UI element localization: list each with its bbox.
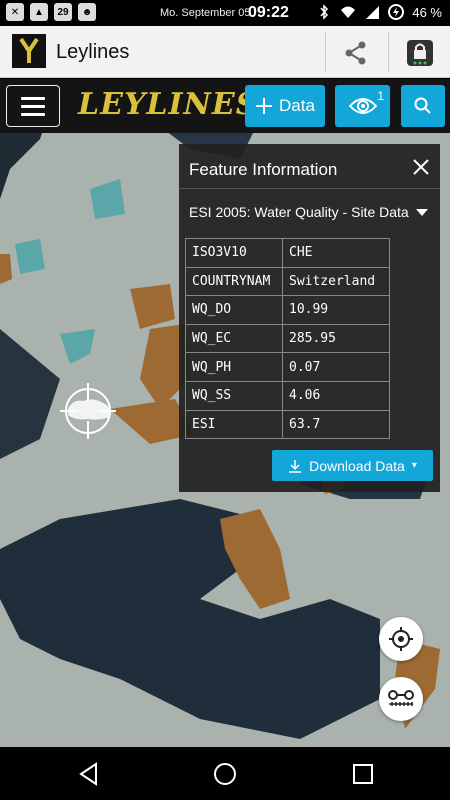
map-toolbar: LEYLINES.CH Data 1 xyxy=(0,79,450,133)
recents-icon[interactable] xyxy=(350,761,376,787)
table-row: WQ_PH 0.07 xyxy=(185,352,390,382)
table-row: WQ_EC 285.95 xyxy=(185,323,390,354)
lock-button[interactable] xyxy=(400,36,440,70)
table-row: COUNTRYNAM Switzerland xyxy=(185,266,390,297)
crosshair-icon xyxy=(389,627,413,651)
my-location-button[interactable] xyxy=(379,617,423,661)
wifi-icon xyxy=(341,6,356,18)
attribute-value: 10.99 xyxy=(282,295,390,325)
ruler-icon xyxy=(388,690,414,706)
status-time: 09:22 xyxy=(248,4,289,21)
table-row: WQ_DO 10.99 xyxy=(185,295,390,325)
eye-icon xyxy=(348,98,377,114)
attribute-key: WQ_EC xyxy=(185,323,283,354)
divider xyxy=(388,32,389,72)
status-indicators: 46 % xyxy=(316,4,442,20)
calendar-icon: 29 xyxy=(54,3,72,21)
close-icon[interactable] xyxy=(410,156,432,178)
attribute-key: COUNTRYNAM xyxy=(185,266,283,297)
battery-charging-icon xyxy=(388,4,405,20)
attribute-value: 285.95 xyxy=(282,323,390,354)
status-bar: ✕ ▲ 29 ☻ Mo. September 05 09:22 46 % xyxy=(0,0,450,26)
lock-icon xyxy=(407,40,433,66)
caret-down-icon: ▾ xyxy=(411,460,417,471)
attribute-key: ESI xyxy=(185,409,283,440)
menu-button[interactable] xyxy=(6,85,60,127)
country-highlight xyxy=(0,254,12,284)
app-logo xyxy=(12,34,46,68)
share-button[interactable] xyxy=(336,36,376,70)
app-bar: Leylines xyxy=(0,26,450,78)
table-row: ESI 63.7 xyxy=(185,409,390,440)
water-quality-area xyxy=(15,239,45,274)
visible-layers-button[interactable]: 1 xyxy=(335,85,390,127)
attribute-key: ISO3V10 xyxy=(185,238,283,268)
home-icon[interactable] xyxy=(212,761,238,787)
plus-icon xyxy=(256,98,273,114)
chevron-down-icon[interactable] xyxy=(416,209,428,216)
notification-icons: ✕ ▲ 29 ☻ xyxy=(6,3,96,21)
attribute-table: ISO3V10 CHE COUNTRYNAM Switzerland WQ_DO 10… xyxy=(185,238,390,440)
attribute-value: 63.7 xyxy=(282,409,390,440)
search-icon xyxy=(414,97,431,114)
table-row: ISO3V10 CHE xyxy=(185,238,390,268)
measure-button[interactable] xyxy=(379,677,423,721)
bluetooth-icon xyxy=(320,4,329,20)
search-button[interactable] xyxy=(401,85,445,127)
attribute-value: CHE xyxy=(282,238,390,268)
data-button-label: Data xyxy=(279,96,315,115)
back-icon[interactable] xyxy=(76,761,102,787)
divider xyxy=(325,32,326,72)
calendar-day: 29 xyxy=(57,6,69,18)
status-date: Mo. September 05 xyxy=(160,7,251,19)
app-title: Leylines xyxy=(56,41,130,63)
feature-info-panel: Feature Information ESI 2005: Water Qual… xyxy=(179,144,440,492)
image-icon: ▲ xyxy=(30,3,48,21)
download-label: Download Data xyxy=(309,457,405,474)
close-icon: ✕ xyxy=(6,3,24,21)
download-data-button[interactable]: Download Data ▾ xyxy=(272,450,433,481)
hamburger-line xyxy=(21,104,45,108)
hamburger-line xyxy=(21,112,45,116)
hamburger-line xyxy=(21,96,45,100)
divider xyxy=(179,188,440,189)
layer-select[interactable]: ESI 2005: Water Quality - Site Data xyxy=(189,204,409,220)
attribute-key: WQ_PH xyxy=(185,352,283,382)
panel-title: Feature Information xyxy=(189,160,338,179)
attribute-key: WQ_SS xyxy=(185,380,283,411)
table-row: WQ_SS 4.06 xyxy=(185,380,390,411)
data-button[interactable]: Data xyxy=(245,85,325,127)
attribute-value: Switzerland xyxy=(282,266,390,297)
layer-count-badge: 1 xyxy=(377,89,384,103)
attribute-value: 4.06 xyxy=(282,380,390,411)
android-icon: ☻ xyxy=(78,3,96,21)
system-nav-bar xyxy=(0,747,450,800)
download-icon xyxy=(289,459,302,473)
attribute-key: WQ_DO xyxy=(185,295,283,325)
battery-level: 46 % xyxy=(412,4,442,20)
signal-icon xyxy=(366,6,380,19)
share-icon xyxy=(345,41,366,65)
attribute-value: 0.07 xyxy=(282,352,390,382)
